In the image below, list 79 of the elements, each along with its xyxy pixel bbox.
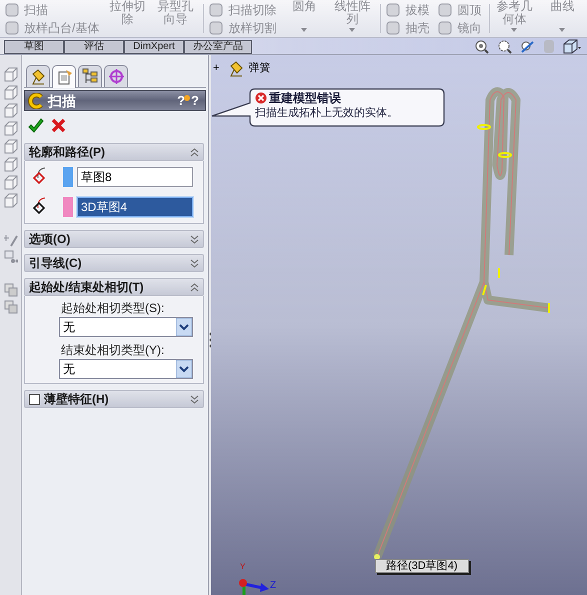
panel-tab[interactable] (52, 65, 76, 88)
tool-icon (4, 20, 20, 36)
collapse-icon[interactable] (190, 282, 199, 292)
path-label: 路径(3D草图4) (375, 559, 469, 573)
property-sheet-icon (56, 68, 72, 86)
error-title: 重建模型错误 (269, 90, 341, 106)
panel-tab[interactable] (104, 65, 128, 87)
section-header[interactable]: 薄壁特征(H) (24, 390, 204, 408)
section-header[interactable]: 引导线(C) (24, 254, 204, 272)
axis-label: Y (240, 563, 246, 571)
field-label: 结束处相切类型(Y): (60, 342, 166, 358)
tool-icon (385, 2, 402, 18)
error-icon (255, 92, 267, 104)
tool-icon (208, 20, 224, 36)
tool-icon (385, 20, 402, 36)
command-tab[interactable]: DimXpert (124, 40, 184, 54)
section-title: 起始处/结束处相切(T) (29, 281, 144, 293)
cube-icon[interactable] (4, 175, 18, 190)
expand-icon[interactable] (190, 394, 199, 404)
cube-icon[interactable] (4, 85, 18, 100)
sweep-icon (28, 92, 44, 108)
command-tab[interactable]: 办公室产品 (184, 40, 252, 54)
cube-icon[interactable] (4, 67, 18, 82)
selection-field[interactable]: 3D草图4 (77, 197, 193, 217)
crosshair-icon (108, 68, 124, 85)
dropdown[interactable]: 无 (59, 317, 193, 337)
cancel-button[interactable] (51, 118, 66, 133)
zoom-area-icon[interactable] (497, 38, 512, 54)
pattern-icon[interactable] (4, 250, 18, 264)
tool-icon (437, 2, 454, 18)
axis-label: Z (270, 581, 276, 591)
dropdown[interactable]: 无 (59, 359, 193, 379)
cube-icon[interactable] (4, 103, 18, 118)
tree-item[interactable]: 弹簧 (248, 63, 270, 74)
section-title: 轮廓和路径(P) (29, 146, 105, 158)
panel-tab[interactable] (78, 65, 102, 87)
caret-icon (349, 28, 356, 32)
axis-triad (239, 579, 269, 595)
error-message: 扫描生成拓朴上无效的实体。 (255, 106, 398, 121)
command-tab[interactable]: 草图 (4, 40, 64, 54)
section-header[interactable]: 起始处/结束处相切(T) (24, 278, 204, 296)
zoom-fit-icon[interactable] (474, 38, 489, 54)
cube-icon[interactable] (4, 157, 18, 172)
caret-icon (511, 28, 518, 32)
copy-icon[interactable] (4, 300, 18, 314)
collapse-icon[interactable] (190, 146, 199, 158)
panel-title: 扫描 (48, 94, 76, 108)
expand-toggle[interactable]: + (213, 63, 220, 74)
dropdown-arrow-icon[interactable] (176, 360, 192, 378)
cube-icon[interactable] (4, 121, 18, 136)
checkbox[interactable] (29, 394, 40, 404)
add-line-icon[interactable] (4, 233, 18, 247)
help-button[interactable]: ? (177, 94, 188, 107)
feature-tree-icon (30, 68, 46, 85)
section-title: 选项(O) (29, 233, 70, 245)
tool-icon (437, 20, 454, 36)
section-title: 引导线(C) (29, 257, 82, 269)
field-label: 起始处相切类型(S): (60, 300, 166, 316)
command-tab[interactable]: 评估 (64, 40, 124, 54)
tool-icon (208, 2, 224, 18)
dropdown-arrow-icon[interactable] (176, 318, 192, 336)
section-header[interactable]: 选项(O) (24, 230, 204, 248)
ok-button[interactable] (28, 118, 44, 134)
section-title: 薄壁特征(H) (44, 393, 109, 405)
caret-icon (559, 28, 566, 32)
help-button[interactable]: ? (191, 94, 202, 107)
cube-icon[interactable] (4, 193, 18, 208)
tool-icon (4, 2, 20, 18)
section-header[interactable]: 轮廓和路径(P) (24, 143, 204, 161)
caret-icon (301, 28, 308, 32)
cube-icon[interactable] (4, 139, 18, 154)
view-orientation-icon[interactable] (563, 38, 581, 54)
configuration-tree-icon (82, 68, 98, 85)
expand-icon[interactable] (190, 234, 199, 244)
panel-tab[interactable] (26, 65, 50, 87)
part-icon (228, 60, 246, 77)
selection-field[interactable]: 草图8 (77, 167, 193, 187)
expand-icon[interactable] (190, 258, 199, 268)
copy-icon[interactable] (4, 283, 18, 297)
